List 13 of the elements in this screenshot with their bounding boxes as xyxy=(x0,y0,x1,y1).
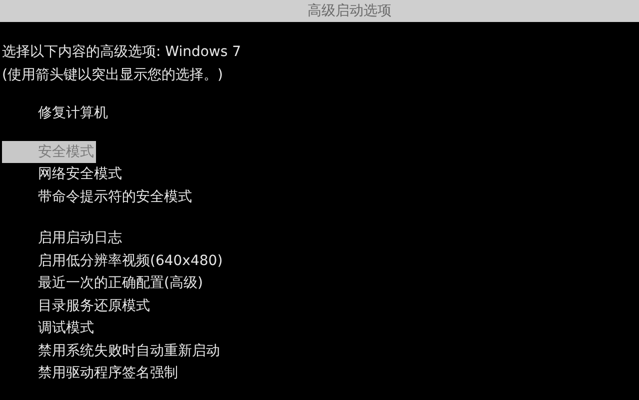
window-title: 高级启动选项 xyxy=(308,2,392,20)
boot-option[interactable]: 禁用系统失败时自动重新启动 xyxy=(2,340,222,362)
boot-option[interactable]: 调试模式 xyxy=(2,317,96,340)
prompt-text: (使用箭头键以突出显示您的选择。) xyxy=(1,66,224,84)
boot-option[interactable]: 修复计算机 xyxy=(2,102,110,124)
prompt-text: 选择以下内容的高级选项: Windows 7 xyxy=(1,43,242,62)
boot-option[interactable]: 最近一次的正确配置(高级) xyxy=(2,272,205,294)
boot-option[interactable]: 目录服务还原模式 xyxy=(2,294,152,317)
boot-option[interactable]: 启用启动日志 xyxy=(2,227,124,250)
boot-option[interactable]: 禁用驱动程序签名强制 xyxy=(2,362,180,384)
boot-option[interactable]: 带命令提示符的安全模式 xyxy=(2,186,194,208)
boot-option[interactable]: 启用低分辨率视频(640x480) xyxy=(2,250,225,272)
boot-option[interactable]: 网络安全模式 xyxy=(2,163,124,186)
